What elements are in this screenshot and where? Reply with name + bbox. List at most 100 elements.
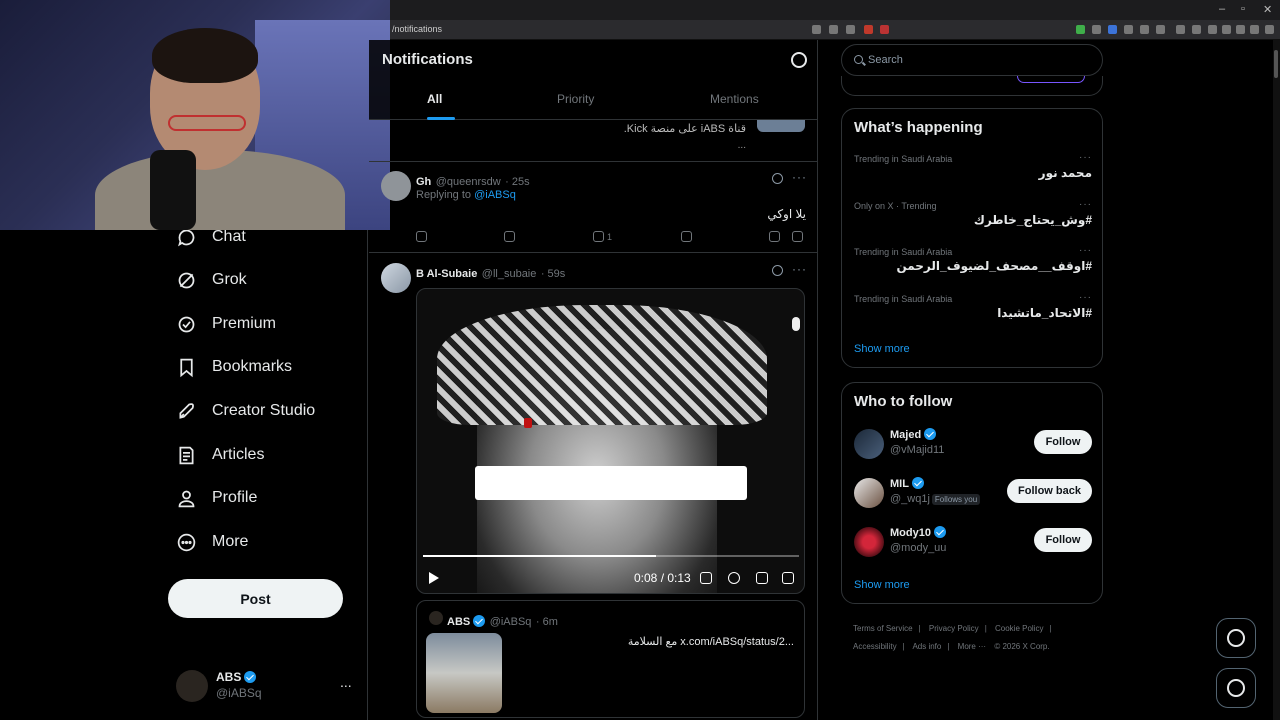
quoted-tweet[interactable]: ABS @iABSq · 6m مع السلامة x.com/iABSq/s… [416,600,805,718]
grok-explain-icon[interactable] [772,173,783,184]
tweet-more-icon[interactable]: ··· [792,170,807,184]
trend-more-icon[interactable]: ··· [1079,199,1092,210]
menu-icon[interactable] [1265,25,1274,34]
tweet-time[interactable]: · 59s [541,268,565,280]
footer-link[interactable]: Privacy Policy [929,624,979,633]
avatar[interactable] [381,263,411,293]
gear-icon[interactable] [791,52,807,68]
trend-more-icon[interactable]: ··· [1079,152,1092,163]
search-box[interactable] [841,44,1103,76]
reply-icon[interactable] [416,231,430,242]
tab-all[interactable]: All [427,92,442,106]
avatar[interactable] [854,527,884,557]
footer-link[interactable]: Cookie Policy [995,624,1043,633]
nav-item-creator-studio[interactable]: Creator Studio [176,394,315,428]
extension-icon[interactable] [1156,25,1165,34]
maximize-icon[interactable]: ▫ [1241,3,1245,15]
trend-item[interactable]: Only on X · Trending ··· #وش_يحتاج_خاطرك [854,199,1092,245]
account-handle: @iABSq [216,686,262,700]
premium-subscribe-button[interactable] [1017,76,1085,83]
video-progress-bar[interactable] [423,555,799,557]
post-button[interactable]: Post [168,579,343,618]
rewards-icon[interactable] [880,25,889,34]
follow-show-more-link[interactable]: Show more [854,579,910,591]
account-more-icon[interactable]: ... [340,674,352,690]
wallet-icon[interactable] [1222,25,1231,34]
nav-item-articles[interactable]: Articles [176,438,264,472]
extension-icon[interactable] [1250,25,1259,34]
retweet-icon[interactable] [504,231,518,242]
tweet-author-name[interactable]: Gh [416,176,431,188]
account-switcher[interactable]: ABS @iABSq ... [176,666,356,706]
views-icon[interactable] [681,231,695,242]
video-player[interactable]: 0:08 / 0:13 [416,288,805,594]
tweet-more-icon[interactable]: ··· [792,262,807,276]
quoted-tweet-text[interactable]: مع السلامة x.com/iABSq/status/2... [628,635,794,648]
quoted-tweet-image[interactable] [426,633,502,713]
notification-item[interactable]: قناة iABS على منصة Kick. ... [369,120,817,162]
page-scrollbar[interactable] [1273,40,1280,720]
tab-priority[interactable]: Priority [557,92,594,106]
avatar[interactable] [381,171,411,201]
close-window-icon[interactable]: ✕ [1263,3,1272,16]
follow-back-button[interactable]: Follow back [1007,479,1092,503]
library-icon[interactable] [1192,25,1201,34]
footer-link[interactable]: Ads info [912,642,941,651]
follow-suggestion[interactable]: Majed @vMajid11 Follow [854,426,1092,466]
trends-show-more-link[interactable]: Show more [854,343,910,355]
share-icon[interactable] [846,25,855,34]
extension-icon[interactable] [1076,25,1085,34]
tweet-author-handle[interactable]: @ll_subaie [482,268,537,280]
avatar[interactable] [854,429,884,459]
trend-item[interactable]: Trending in Saudi Arabia ··· #اوقف__مصحف… [854,245,1092,291]
download-icon[interactable] [1176,25,1185,34]
like-button[interactable]: 1 [593,231,612,242]
tweet-author-handle[interactable]: @queenrsdw [436,176,501,188]
tab-mentions[interactable]: Mentions [710,92,759,106]
scrollbar-thumb[interactable] [1274,50,1278,78]
extension-icon[interactable] [1140,25,1149,34]
fullscreen-icon[interactable] [782,572,794,584]
nav-item-profile[interactable]: Profile [176,481,257,515]
follow-button[interactable]: Follow [1034,528,1092,552]
extension-icon[interactable] [1124,25,1133,34]
minimize-icon[interactable]: – [1219,3,1225,15]
extension-icon[interactable] [1236,25,1245,34]
trend-more-icon[interactable]: ··· [1079,245,1092,256]
footer-link[interactable]: Terms of Service [853,624,913,633]
settings-icon[interactable] [728,572,740,584]
nav-item-premium[interactable]: Premium [176,307,276,341]
share-icon[interactable] [792,231,806,242]
trend-item[interactable]: Trending in Saudi Arabia ··· #الاتحاد_ما… [854,292,1092,338]
volume-icon[interactable] [700,572,712,584]
tweet-author-name[interactable]: B Al-Subaie [416,268,477,280]
zoom-icon[interactable] [829,25,838,34]
grok-explain-icon[interactable] [772,265,783,276]
search-input[interactable] [868,52,1088,68]
nav-item-grok[interactable]: Grok [176,263,247,297]
nav-item-bookmarks[interactable]: Bookmarks [176,350,292,384]
brave-shield-icon[interactable] [864,25,873,34]
tweet-time[interactable]: · 25s [505,176,529,188]
grok-fab-button[interactable] [1216,618,1256,658]
follow-suggestion[interactable]: MIL @_wq1j Follows you Follow back [854,475,1092,515]
avatar[interactable] [854,478,884,508]
play-icon[interactable] [429,572,439,584]
follow-button[interactable]: Follow [1034,430,1092,454]
screen-icon[interactable] [812,25,821,34]
trend-more-icon[interactable]: ··· [1079,292,1092,303]
reply-tweet[interactable]: Gh @queenrsdw · 25s ··· Replying to @iAB… [369,163,817,253]
picture-in-picture-icon[interactable] [756,572,768,584]
extension-icon[interactable] [1092,25,1101,34]
messages-fab-button[interactable] [1216,668,1256,708]
bookmark-icon[interactable] [769,231,783,242]
footer-link[interactable]: Accessibility [853,642,897,651]
url-text[interactable]: /notifications [392,24,442,34]
nav-item-more[interactable]: More [176,525,248,559]
extension-icon[interactable] [1108,25,1117,34]
replying-to-handle[interactable]: @iABSq [474,189,516,201]
sidebar-toggle-icon[interactable] [1208,25,1217,34]
follow-suggestion[interactable]: Mody10 @mody_uu Follow [854,524,1092,564]
trend-item[interactable]: Trending in Saudi Arabia ··· محمد نور [854,152,1092,198]
footer-more-link[interactable]: More ··· [958,642,986,651]
